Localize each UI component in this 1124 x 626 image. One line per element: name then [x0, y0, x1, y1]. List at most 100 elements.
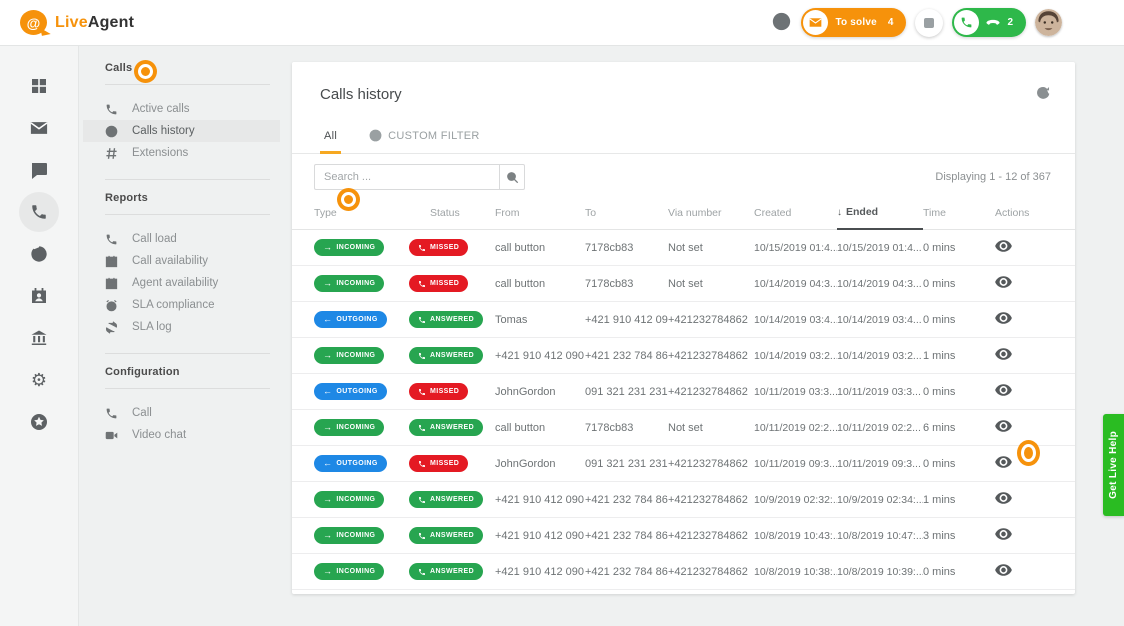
status-badge: ANSWERED: [409, 347, 483, 364]
to-solve-circle: [803, 10, 828, 35]
sidebar-item-active-calls[interactable]: Active calls: [105, 98, 270, 120]
column-header-type[interactable]: Type: [314, 202, 409, 229]
sidebar-item-sla-compliance[interactable]: SLA compliance: [105, 294, 270, 316]
rail-item-dashboard[interactable]: [19, 66, 59, 106]
cell-from: +421 910 412 090: [495, 530, 585, 542]
view-call-button[interactable]: [995, 564, 1012, 576]
phone-icon: [960, 16, 973, 29]
column-header-via-number[interactable]: Via number: [668, 202, 754, 229]
rail-item-automation[interactable]: [19, 234, 59, 274]
status-badge: ANSWERED: [409, 491, 483, 508]
section-title: Calls: [105, 62, 270, 74]
sidebar-item-video-chat[interactable]: Video chat: [105, 424, 270, 446]
envelope-icon: [809, 16, 822, 29]
cell-from: +421 910 412 090: [495, 494, 585, 506]
video-icon: [105, 429, 118, 442]
divider: [105, 84, 270, 85]
search-button[interactable]: [499, 164, 525, 190]
to-solve-button[interactable]: To solve 4: [801, 8, 906, 37]
table-row[interactable]: →INCOMING ANSWERED +421 910 412 090 +421…: [292, 482, 1075, 518]
view-call-button[interactable]: [995, 492, 1012, 504]
rail-item-billing[interactable]: [19, 318, 59, 358]
cell-time: 0 mins: [923, 242, 973, 254]
calls-history-card: Calls history All CUSTOM FILTER Displayi…: [292, 62, 1075, 594]
view-call-button[interactable]: [995, 312, 1012, 324]
view-call-button[interactable]: [995, 420, 1012, 432]
page-body: ⚙ Calls Active calls Calls history Exten…: [0, 46, 1124, 626]
agent-status-button[interactable]: [915, 9, 943, 37]
view-call-button[interactable]: [995, 240, 1012, 252]
cell-via-number: +421232784862: [668, 494, 754, 506]
view-call-button[interactable]: [995, 348, 1012, 360]
column-header-time[interactable]: Time: [923, 202, 973, 229]
rail-item-chats[interactable]: [19, 150, 59, 190]
avatar-image: [1035, 9, 1062, 36]
column-header-created[interactable]: Created: [754, 202, 837, 229]
rail-item-gamification[interactable]: [19, 402, 59, 442]
eye-icon: [995, 564, 1012, 576]
sidebar-item-call-load[interactable]: Call load: [105, 228, 270, 250]
sidebar-item-call-availability[interactable]: Call availability: [105, 250, 270, 272]
table-row[interactable]: →INCOMING MISSED call button 7178cb83 No…: [292, 230, 1075, 266]
sidebar-item-call[interactable]: Call: [105, 402, 270, 424]
section-title: Reports: [105, 192, 270, 204]
cell-time: 1 mins: [923, 494, 973, 506]
view-call-button[interactable]: [995, 456, 1012, 468]
handset-icon: [986, 18, 1000, 28]
cell-time: 3 mins: [923, 530, 973, 542]
view-call-button[interactable]: [995, 528, 1012, 540]
cell-created: 10/14/2019 03:2...: [754, 350, 837, 362]
table-toolbar: Displaying 1 - 12 of 367: [292, 154, 1075, 196]
phone-icon: [418, 388, 426, 396]
tab-custom-filter[interactable]: CUSTOM FILTER: [365, 123, 484, 154]
card-header: Calls history: [292, 62, 1075, 103]
table-row[interactable]: →INCOMING MISSED call button 7178cb83 No…: [292, 266, 1075, 302]
cell-via-number: +421232784862: [668, 566, 754, 578]
rail-item-settings[interactable]: ⚙: [19, 360, 59, 400]
rail-item-tickets[interactable]: [19, 108, 59, 148]
table-row[interactable]: ←OUTGOING MISSED JohnGordon 091 321 231 …: [292, 374, 1075, 410]
column-header-status[interactable]: Status: [409, 202, 495, 229]
rail-item-calls[interactable]: [19, 192, 59, 232]
table-row[interactable]: →INCOMING ANSWERED +421 910 412 090 +421…: [292, 518, 1075, 554]
cell-created: 10/8/2019 10:43:...: [754, 530, 837, 542]
column-header-to[interactable]: To: [585, 202, 668, 229]
divider: [105, 214, 270, 215]
cell-ended: 10/8/2019 10:39:...: [837, 566, 923, 578]
sidebar-item-calls-history[interactable]: Calls history: [83, 120, 280, 142]
view-call-button[interactable]: [995, 276, 1012, 288]
cell-time: 0 mins: [923, 278, 973, 290]
refresh-button[interactable]: [1035, 86, 1051, 102]
column-header-ended[interactable]: ↓Ended: [837, 202, 923, 230]
phone-icon: [418, 316, 426, 324]
view-call-button[interactable]: [995, 384, 1012, 396]
table-row[interactable]: →INCOMING ANSWERED call button 7178cb83 …: [292, 410, 1075, 446]
search-input[interactable]: [314, 164, 499, 190]
cell-via-number: +421232784862: [668, 350, 754, 362]
table-row[interactable]: →INCOMING ANSWERED +421 910 412 090 +421…: [292, 338, 1075, 374]
sidebar-item-sla-log[interactable]: SLA log: [105, 316, 270, 338]
column-header-from[interactable]: From: [495, 202, 585, 229]
tab-all[interactable]: All: [320, 123, 341, 154]
cell-time: 1 mins: [923, 350, 973, 362]
direction-badge: →INCOMING: [314, 347, 384, 364]
sidebar-item-agent-availability[interactable]: Agent availability: [105, 272, 270, 294]
avatar[interactable]: [1035, 9, 1062, 36]
cell-created: 10/14/2019 04:3...: [754, 278, 837, 290]
sidebar-item-extensions[interactable]: Extensions: [105, 142, 270, 164]
table-row[interactable]: ←OUTGOING MISSED JohnGordon 091 321 231 …: [292, 446, 1075, 482]
search-box: [314, 164, 525, 190]
get-live-help-tab[interactable]: Get Live Help: [1103, 414, 1124, 516]
liveagent-logo[interactable]: @ LiveAgent: [20, 10, 134, 35]
direction-badge: →INCOMING: [314, 491, 384, 508]
column-header-actions[interactable]: Actions: [973, 202, 1051, 229]
phone-icon: [418, 352, 426, 360]
rail-item-contacts[interactable]: [19, 276, 59, 316]
table-row[interactable]: →INCOMING ANSWERED +421 910 412 090 +421…: [292, 554, 1075, 590]
sidebar: Calls Active calls Calls history Extensi…: [79, 46, 292, 626]
add-new-button[interactable]: [770, 12, 792, 34]
table-row[interactable]: ←OUTGOING ANSWERED Tomas +421 910 412 09…: [292, 302, 1075, 338]
cell-ended: 10/14/2019 04:3...: [837, 278, 923, 290]
phone-icon: [105, 407, 118, 420]
calls-status-button[interactable]: 2: [952, 8, 1026, 37]
